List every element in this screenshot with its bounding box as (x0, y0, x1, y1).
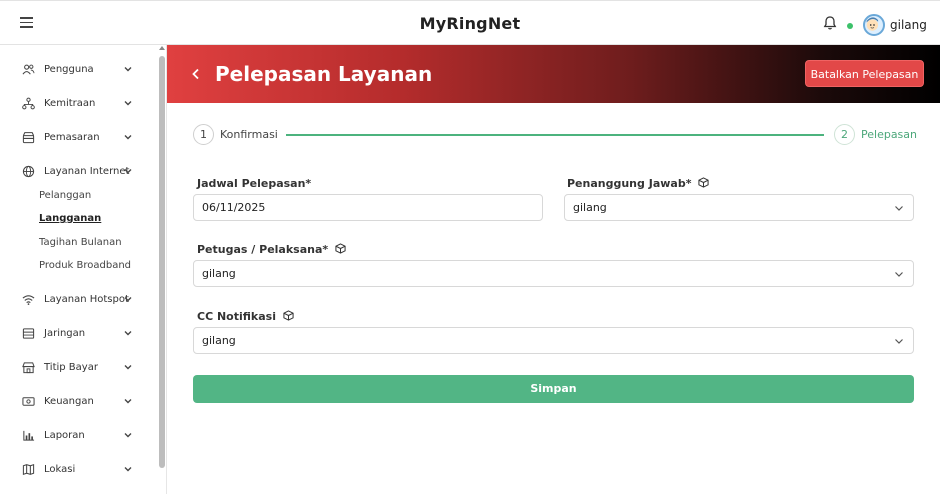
chevron-down-icon (895, 206, 903, 211)
sidebar-item-label: Kemitraan (44, 98, 96, 109)
petugas-select[interactable]: gilang (193, 260, 914, 287)
sidebar-subitem-tagihan-bulanan[interactable]: Tagihan Bulanan (39, 237, 122, 248)
shop-icon (22, 362, 35, 374)
chevron-down-icon (124, 433, 132, 438)
petugas-label: Petugas / Pelaksana* (197, 243, 346, 256)
jadwal-label-text: Jadwal Pelepasan* (197, 177, 312, 190)
sidebar-item-label: Pengguna (44, 64, 94, 75)
petugas-label-text: Petugas / Pelaksana* (197, 243, 329, 256)
step-1-number: 1 (193, 124, 214, 145)
server-icon (22, 328, 35, 339)
sidebar-item-keuangan[interactable]: Keuangan (0, 392, 150, 412)
sidebar-item-label: Titip Bayar (44, 362, 98, 373)
sidebar-item-label: Laporan (44, 430, 85, 441)
sidebar-item-label: Keuangan (44, 396, 94, 407)
users-icon (22, 64, 35, 75)
cc-label: CC Notifikasi (197, 310, 294, 323)
step-2-number: 2 (834, 124, 855, 145)
sidebar-item-layanan-internet[interactable]: Layanan Internet (0, 162, 150, 182)
username[interactable]: gilang (890, 18, 927, 32)
chevron-down-icon (124, 399, 132, 404)
wifi-icon (22, 295, 35, 305)
cc-value: gilang (202, 334, 236, 347)
save-button[interactable]: Simpan (193, 375, 914, 403)
sidebar-item-label: Jaringan (44, 328, 86, 339)
chevron-down-icon (124, 467, 132, 472)
chevron-down-icon (124, 331, 132, 336)
chevron-down-icon (895, 272, 903, 277)
chevron-down-icon (124, 169, 132, 174)
app-title: MyRingNet (419, 14, 521, 33)
top-bar: MyRingNet gilang (0, 0, 940, 45)
sidebar-item-lokasi[interactable]: Lokasi (0, 460, 150, 480)
sidebar-item-layanan-hotspot[interactable]: Layanan Hotspot (0, 290, 150, 310)
chevron-down-icon (895, 339, 903, 344)
globe-icon (22, 165, 35, 178)
sidebar-item-kemitraan[interactable]: Kemitraan (0, 94, 150, 114)
cancel-release-button[interactable]: Batalkan Pelepasan (805, 60, 924, 87)
penanggung-value: gilang (573, 201, 607, 214)
jadwal-date-input[interactable]: 06/11/2025 (193, 194, 543, 221)
step-1-label: Konfirmasi (220, 128, 278, 141)
sidebar-subitem-langganan[interactable]: Langganan (39, 213, 101, 224)
chevron-down-icon (124, 297, 132, 302)
cc-notifikasi-select[interactable]: gilang (193, 327, 914, 354)
sidebar-item-jaringan[interactable]: Jaringan (0, 324, 150, 344)
penanggung-label: Penanggung Jawab* (567, 177, 709, 190)
map-icon (22, 463, 35, 476)
penanggung-select[interactable]: gilang (564, 194, 914, 221)
sidebar-item-titip-bayar[interactable]: Titip Bayar (0, 358, 150, 378)
cc-label-text: CC Notifikasi (197, 310, 276, 323)
chevron-down-icon (124, 67, 132, 72)
sidebar-scrollbar[interactable] (159, 56, 165, 468)
sidebar-item-pengguna[interactable]: Pengguna (0, 60, 150, 80)
petugas-value: gilang (202, 267, 236, 280)
penanggung-label-text: Penanggung Jawab* (567, 177, 692, 190)
sidebar-item-label: Pemasaran (44, 132, 100, 143)
store-icon (22, 132, 35, 144)
jadwal-label: Jadwal Pelepasan* (197, 177, 311, 190)
money-icon (22, 397, 35, 406)
sidebar-item-pemasaran[interactable]: Pemasaran (0, 128, 150, 148)
sidebar-item-laporan[interactable]: Laporan (0, 426, 150, 446)
chevron-down-icon (124, 365, 132, 370)
online-status-dot (847, 23, 853, 29)
back-arrow-icon[interactable] (190, 67, 202, 81)
sidebar-item-label: Layanan Internet (44, 166, 130, 177)
cube-icon (698, 177, 709, 188)
sidebar-item-label: Lokasi (44, 464, 76, 475)
sidebar-item-label: Layanan Hotspot (44, 294, 129, 305)
step-2-label: Pelepasan (861, 128, 917, 141)
bell-icon[interactable] (822, 15, 838, 31)
chevron-down-icon (124, 101, 132, 106)
stepper-progress-line (286, 134, 824, 136)
cube-icon (335, 243, 346, 254)
avatar[interactable] (863, 14, 885, 36)
network-icon (22, 97, 35, 110)
scroll-up-arrow-icon[interactable] (159, 46, 165, 50)
chevron-down-icon (124, 135, 132, 140)
page-title: Pelepasan Layanan (215, 62, 433, 86)
sidebar-subitem-produk-broadband[interactable]: Produk Broadband (39, 260, 131, 271)
cube-icon (283, 310, 294, 321)
bar-chart-icon (23, 430, 35, 441)
sidebar-subitem-pelanggan[interactable]: Pelanggan (39, 190, 91, 201)
